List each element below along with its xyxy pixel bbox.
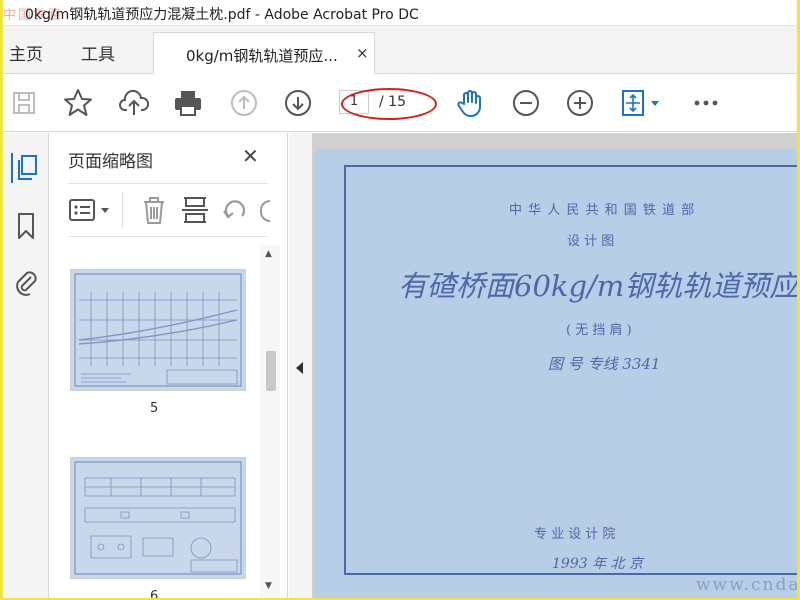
thumbnail-tools <box>68 183 270 237</box>
scrollbar-thumb[interactable] <box>266 351 276 391</box>
document-view[interactable]: 中 华 人 民 共 和 国 铁 道 部 设 计 图 有碴桥面60kg/m钢轨轨道… <box>312 133 797 598</box>
tab-document-label: 0kg/m钢轨轨道预应... <box>186 47 338 65</box>
divider <box>122 192 123 228</box>
bookmarks-icon[interactable] <box>11 211 41 241</box>
scroll-down-icon[interactable]: ▼ <box>265 581 272 591</box>
thumbnail-page-number: 5 <box>150 401 159 416</box>
fit-page-icon[interactable] <box>619 88 663 118</box>
thumbnail-page-5[interactable] <box>70 269 246 391</box>
tab-home[interactable]: 主页 <box>9 40 43 65</box>
star-icon[interactable] <box>63 88 93 118</box>
more-icon[interactable] <box>691 88 721 118</box>
title-bar: 中国铁路 0kg/m钢轨轨道预应力混凝土枕.pdf - Adobe Acroba… <box>3 0 797 26</box>
doc-design-label: 设 计 图 <box>567 234 615 249</box>
scroll-up-icon[interactable]: ▲ <box>265 249 272 259</box>
pdf-page: 中 华 人 民 共 和 国 铁 道 部 设 计 图 有碴桥面60kg/m钢轨轨道… <box>314 149 797 598</box>
tab-document[interactable]: 0kg/m钢轨轨道预应... × <box>153 32 375 75</box>
site-watermark: www.cndao.com <box>696 575 797 595</box>
extract-page-icon[interactable] <box>180 194 210 230</box>
thumbnail-options-icon[interactable] <box>68 196 112 228</box>
tab-tools[interactable]: 工具 <box>81 40 115 65</box>
print-icon[interactable] <box>173 88 203 118</box>
zoom-in-icon[interactable] <box>565 88 595 118</box>
save-icon[interactable] <box>9 88 39 118</box>
toolbar: 1 / 15 <box>3 74 797 132</box>
doc-main-title: 有碴桥面60kg/m钢轨轨道预应力混凝 <box>398 269 797 303</box>
doc-drawing-number: 图 号 专线 3341 <box>548 355 661 373</box>
rotate-page-icon[interactable] <box>220 194 250 230</box>
close-tab-icon[interactable]: × <box>356 44 369 62</box>
annotation-oval <box>341 88 437 120</box>
cloud-upload-icon[interactable] <box>119 88 149 118</box>
window-title: 0kg/m钢轨轨道预应力混凝土枕.pdf - Adobe Acrobat Pro… <box>25 7 419 23</box>
delete-page-icon[interactable] <box>140 194 168 230</box>
doc-date: 1993 年 北 京 <box>552 556 643 572</box>
acrobat-window: 中国铁路 0kg/m钢轨轨道预应力混凝土枕.pdf - Adobe Acroba… <box>3 0 797 598</box>
tab-bar: 主页 工具 0kg/m钢轨轨道预应... × <box>3 26 797 75</box>
page-down-icon[interactable] <box>283 88 313 118</box>
thumbnails-panel: 页面缩略图 ✕ 5 6 ▲ ▼ <box>50 133 288 598</box>
doc-subtitle: ( 无 挡 肩 ) <box>566 323 632 338</box>
thumbnail-page-number: 6 <box>150 589 159 598</box>
collapse-pane-handle[interactable] <box>289 133 313 598</box>
collapse-arrow-icon[interactable] <box>296 362 303 374</box>
page-thumbnails-icon[interactable] <box>11 153 41 183</box>
navigation-pane-icons <box>3 133 49 598</box>
close-panel-icon[interactable]: ✕ <box>242 144 259 168</box>
hand-tool-icon[interactable] <box>455 88 485 118</box>
rotate-clockwise-icon[interactable] <box>260 200 270 222</box>
zoom-out-icon[interactable] <box>511 88 541 118</box>
panel-title: 页面缩略图 <box>68 152 153 172</box>
attachments-icon[interactable] <box>11 267 41 297</box>
doc-ministry: 中 华 人 民 共 和 国 铁 道 部 <box>509 203 696 218</box>
thumbnails-scrollbar[interactable]: ▲ ▼ <box>260 245 280 598</box>
page-up-icon[interactable] <box>229 88 259 118</box>
thumbnail-page-6[interactable] <box>70 457 246 579</box>
doc-institute: 专 业 设 计 院 <box>534 527 616 542</box>
